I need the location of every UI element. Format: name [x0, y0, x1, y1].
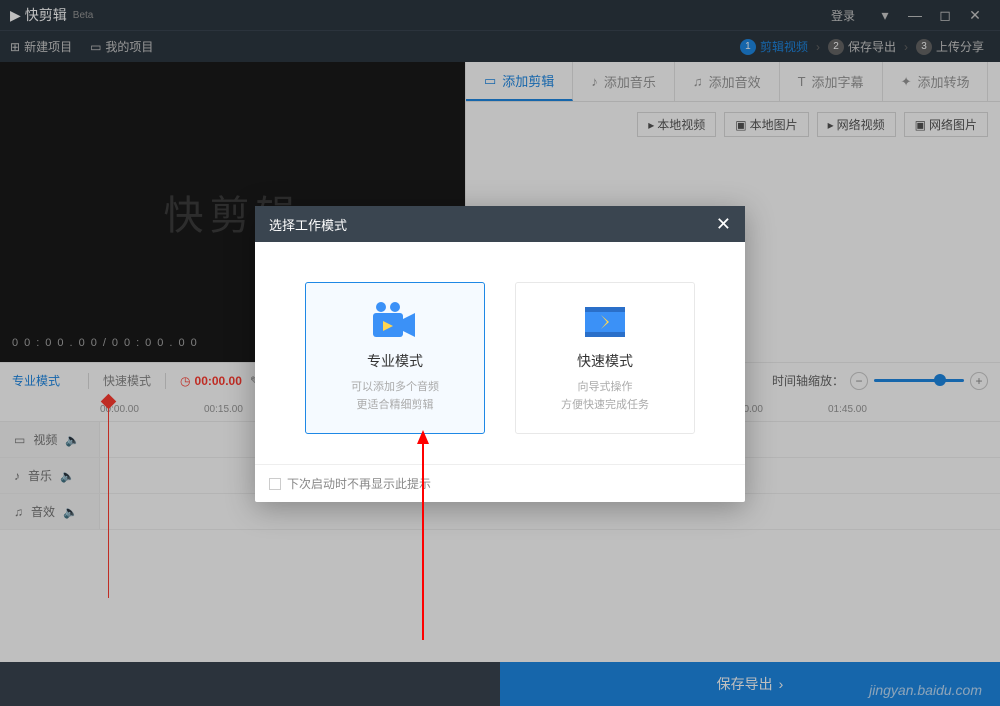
mode-card-pro[interactable]: 专业模式 可以添加多个音频更适合精细剪辑: [305, 282, 485, 434]
mode-card-quick[interactable]: 快速模式 向导式操作方便快速完成任务: [515, 282, 695, 434]
dont-show-checkbox[interactable]: [269, 478, 281, 490]
camera-icon: [367, 301, 423, 343]
modal-title: 选择工作模式: [269, 215, 347, 234]
mode-select-modal: 选择工作模式 ✕ 专业模式 可以添加多个音频更适合精细剪辑 快速模式 向导式操作…: [255, 206, 745, 502]
mode-pro-title: 专业模式: [367, 351, 423, 371]
modal-backdrop: 选择工作模式 ✕ 专业模式 可以添加多个音频更适合精细剪辑 快速模式 向导式操作…: [0, 0, 1000, 706]
modal-header: 选择工作模式 ✕: [255, 206, 745, 242]
film-icon: [577, 301, 633, 343]
dont-show-label: 下次启动时不再显示此提示: [287, 475, 431, 492]
mode-quick-title: 快速模式: [577, 351, 633, 371]
close-icon[interactable]: ✕: [716, 214, 731, 235]
modal-footer: 下次启动时不再显示此提示: [255, 464, 745, 502]
